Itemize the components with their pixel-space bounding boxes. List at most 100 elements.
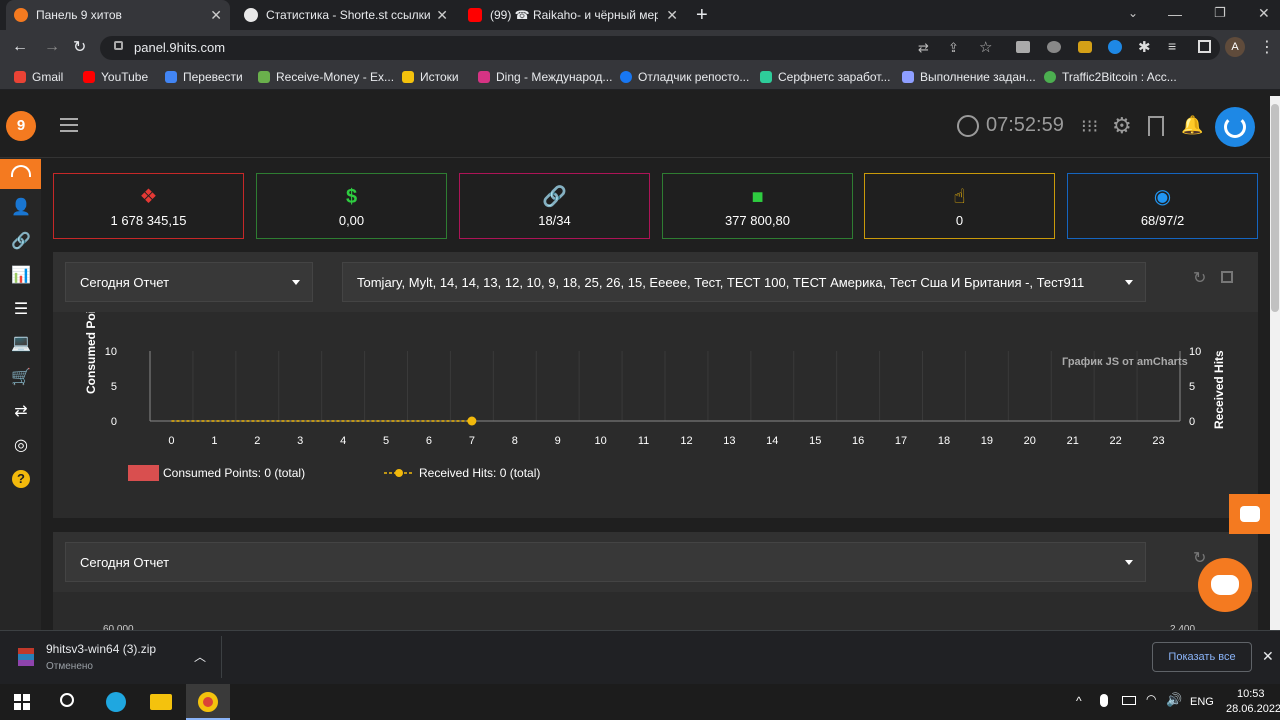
- share-icon[interactable]: ⇪: [948, 40, 959, 56]
- maximize-button[interactable]: ❐: [1214, 5, 1226, 21]
- tab-youtube[interactable]: (99) ☎ Raikaho- и чёрный мери ✕: [460, 0, 686, 30]
- media-control-icon[interactable]: ≡: [1168, 38, 1176, 54]
- hamburger-menu-icon[interactable]: [60, 118, 78, 132]
- bell-icon[interactable]: 🔔: [1181, 115, 1203, 136]
- bar-chart-icon[interactable]: 📊: [10, 264, 32, 286]
- stat-card-views[interactable]: ◉ 68/97/2: [1067, 173, 1258, 239]
- list-icon[interactable]: ☰: [10, 298, 32, 320]
- exchange-icon[interactable]: ⇄: [10, 400, 32, 422]
- sidebar-item-dashboard[interactable]: [0, 159, 41, 189]
- download-chevron-up-icon[interactable]: ︿: [194, 648, 206, 665]
- x-tick-label: 9: [555, 435, 561, 447]
- period-select-2[interactable]: Сегодня Отчет: [65, 542, 1146, 582]
- download-file-name[interactable]: 9hitsv3-win64 (3).zip: [46, 642, 156, 656]
- minimize-button[interactable]: —: [1168, 6, 1182, 22]
- bookmark-icon[interactable]: [1148, 116, 1164, 136]
- campaign-select[interactable]: Tomjary, Mylt, 14, 14, 13, 12, 10, 9, 18…: [342, 262, 1146, 302]
- refresh-icon[interactable]: ↻: [1193, 268, 1206, 288]
- file-explorer-icon[interactable]: [150, 694, 172, 710]
- url-text[interactable]: panel.9hits.com: [134, 40, 225, 55]
- scrollbar-thumb[interactable]: [1271, 104, 1279, 312]
- volume-icon[interactable]: 🔊: [1166, 692, 1182, 708]
- bookmark-gmail[interactable]: Gmail: [14, 70, 63, 84]
- stat-card-clicks[interactable]: ☝ 0: [864, 173, 1055, 239]
- tab-search-chevron-icon[interactable]: ⌄: [1128, 6, 1138, 20]
- user-icon[interactable]: 👤: [10, 196, 32, 218]
- period-select[interactable]: Сегодня Отчет: [65, 262, 313, 302]
- search-icon[interactable]: [60, 693, 74, 707]
- close-download-shelf-icon[interactable]: ✕: [1262, 648, 1274, 665]
- extension-4-icon[interactable]: [1108, 40, 1122, 54]
- lock-icon[interactable]: [114, 41, 123, 50]
- tray-time[interactable]: 10:53: [1237, 688, 1265, 700]
- browser-menu-icon[interactable]: ⋮: [1259, 37, 1275, 57]
- close-tab-icon[interactable]: ✕: [436, 7, 448, 24]
- bookmark-receive-money[interactable]: Receive-Money - Ex...: [258, 70, 394, 84]
- wifi-icon[interactable]: ◠: [1146, 692, 1156, 706]
- discord-icon: [1211, 575, 1239, 595]
- page-scrollbar[interactable]: [1270, 96, 1280, 630]
- tab-shortest[interactable]: Статистика - Shorte.st ссылки ✕: [236, 0, 456, 30]
- stat-card-balance[interactable]: $ 0,00: [256, 173, 447, 239]
- close-tab-icon[interactable]: ✕: [210, 7, 222, 24]
- tab-panel-9hits[interactable]: Панель 9 хитов ✕: [6, 0, 230, 30]
- chart-credit[interactable]: График JS от amCharts: [1062, 356, 1188, 368]
- link-icon[interactable]: 🔗: [10, 230, 32, 252]
- extensions-puzzle-icon[interactable]: ✱: [1138, 38, 1151, 56]
- received-hits-point[interactable]: [467, 416, 477, 426]
- edge-browser-icon[interactable]: [106, 692, 126, 712]
- tray-date[interactable]: 28.06.2022: [1226, 703, 1280, 715]
- back-arrow-icon[interactable]: ←: [12, 38, 28, 56]
- input-language[interactable]: ENG: [1190, 696, 1214, 708]
- bookmark-istoki[interactable]: Истоки: [402, 70, 459, 84]
- y2-tick-label: 0: [1189, 416, 1195, 428]
- windows-start-icon[interactable]: [14, 694, 30, 710]
- settings-gear-icon[interactable]: ⚙: [1112, 113, 1132, 139]
- stat-card-earned[interactable]: ■ 377 800,80: [662, 173, 853, 239]
- tray-chevron-up-icon[interactable]: ^: [1076, 694, 1082, 708]
- y-axis-title: Consumed Points: [84, 312, 98, 394]
- legend-hits-marker[interactable]: [395, 469, 403, 477]
- apps-grid-icon[interactable]: ⁝⁝⁝: [1081, 117, 1098, 135]
- translate-icon[interactable]: ⇄: [918, 40, 929, 56]
- forward-arrow-icon[interactable]: →: [44, 38, 60, 56]
- bookmark-tasks[interactable]: Выполнение задан...: [902, 70, 1036, 84]
- bookmark-youtube[interactable]: YouTube: [83, 70, 148, 84]
- new-tab-button[interactable]: +: [696, 4, 708, 27]
- bookmark-star-icon[interactable]: ☆: [979, 38, 992, 56]
- extension-3-icon[interactable]: [1078, 41, 1092, 53]
- reload-icon[interactable]: ↻: [73, 37, 86, 57]
- bookmark-traffic2bitcoin[interactable]: Traffic2Bitcoin : Acc...: [1044, 70, 1177, 84]
- cart-icon[interactable]: 🛒: [10, 366, 32, 388]
- laptop-icon[interactable]: 💻: [10, 332, 32, 354]
- extension-2-icon[interactable]: [1047, 41, 1061, 53]
- show-all-downloads-button[interactable]: Показать все: [1152, 642, 1252, 672]
- x-tick-label: 8: [512, 435, 518, 447]
- 9hits-logo-icon[interactable]: 9: [6, 111, 36, 141]
- battery-icon[interactable]: [1122, 696, 1136, 705]
- bookmark-ding[interactable]: Ding - Международ...: [478, 70, 612, 84]
- chrome-taskbar-button[interactable]: [186, 684, 230, 720]
- profile-avatar[interactable]: A: [1225, 37, 1245, 57]
- close-tab-icon[interactable]: ✕: [666, 7, 678, 24]
- extension-1-icon[interactable]: [1016, 41, 1030, 53]
- x-tick-label: 20: [1024, 435, 1036, 447]
- power-avatar-icon[interactable]: [1215, 107, 1255, 147]
- close-window-button[interactable]: ✕: [1258, 5, 1270, 22]
- stat-card-campaigns[interactable]: 🔗 18/34: [459, 173, 650, 239]
- microphone-icon[interactable]: [1100, 694, 1108, 707]
- legend-consumed-label[interactable]: Consumed Points: 0 (total): [163, 466, 305, 480]
- bookmark-surfnets[interactable]: Серфнетс заработ...: [760, 70, 890, 84]
- bookmark-translate[interactable]: Перевести: [165, 70, 243, 84]
- fullscreen-icon[interactable]: [1221, 271, 1233, 283]
- refresh-icon[interactable]: ↻: [1193, 548, 1206, 568]
- legend-hits-label[interactable]: Received Hits: 0 (total): [419, 466, 540, 480]
- stat-card-points[interactable]: ❖ 1 678 345,15: [53, 173, 244, 239]
- help-question-icon[interactable]: ?: [10, 468, 32, 490]
- bookmark-facebook-debugger[interactable]: Отладчик репосто...: [620, 70, 749, 84]
- legend-consumed-marker[interactable]: [128, 465, 159, 481]
- discord-button[interactable]: [1198, 558, 1252, 612]
- side-panel-icon[interactable]: [1198, 40, 1211, 53]
- chat-widget-button[interactable]: [1229, 494, 1270, 534]
- support-lifebuoy-icon[interactable]: ◎: [10, 434, 32, 456]
